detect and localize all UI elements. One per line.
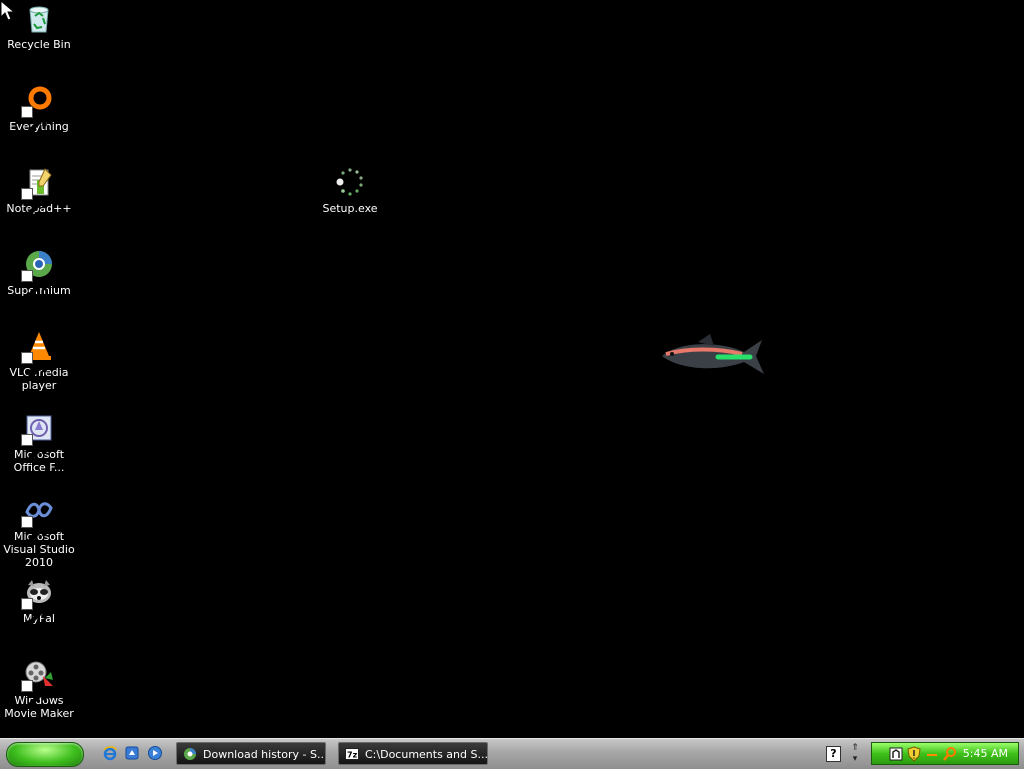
movie-maker-icon bbox=[21, 658, 55, 709]
network-icon[interactable] bbox=[888, 746, 904, 762]
recycle-bin-icon bbox=[23, 2, 55, 34]
desktop-icon-office[interactable]: Microsoft Office F... bbox=[0, 412, 78, 474]
office-icon bbox=[21, 412, 55, 463]
desktop: Recycle Bin Everything Notepad++ Supermi… bbox=[0, 0, 1024, 738]
setup-loading-icon bbox=[334, 166, 366, 198]
taskbar-button-documents-folder[interactable]: 7z C:\Documents and S... bbox=[338, 742, 488, 765]
shortcut-arrow-icon bbox=[21, 598, 47, 627]
notepadpp-icon bbox=[21, 166, 55, 217]
show-desktop-icon[interactable] bbox=[124, 745, 140, 761]
desktop-icon-label: Recycle Bin bbox=[7, 38, 71, 51]
shortcut-arrow-icon bbox=[21, 270, 47, 299]
shortcut-arrow-icon bbox=[21, 434, 47, 463]
desktop-icon-vlc[interactable]: VLC media player bbox=[0, 330, 78, 392]
desktop-icon-movie-maker[interactable]: Windows Movie Maker bbox=[0, 658, 78, 720]
svg-text:7z: 7z bbox=[347, 751, 358, 760]
desktop-icon-mypal[interactable]: MyPal bbox=[0, 576, 78, 627]
system-tray: 5:45 AM bbox=[871, 742, 1019, 765]
taskbar: Download history - S... 7z C:\Documents … bbox=[0, 738, 1024, 769]
dash-icon[interactable] bbox=[924, 746, 940, 762]
shortcut-arrow-icon bbox=[21, 680, 47, 709]
desktop-icon-supermium[interactable]: Supermium bbox=[0, 248, 78, 299]
supermium-icon bbox=[183, 747, 197, 761]
media-player-icon[interactable] bbox=[147, 745, 163, 761]
help-icon[interactable]: ? bbox=[826, 746, 841, 762]
vlc-icon bbox=[21, 330, 55, 381]
taskbar-button-download-history[interactable]: Download history - S... bbox=[176, 742, 326, 765]
desktop-icon-setup[interactable]: Setup.exe bbox=[311, 166, 389, 215]
taskbar-button-label: Download history - S... bbox=[203, 748, 326, 761]
supermium-icon bbox=[21, 248, 55, 299]
security-shield-icon[interactable] bbox=[906, 746, 922, 762]
everything-icon bbox=[21, 84, 55, 135]
desktop-icon-notepadpp[interactable]: Notepad++ bbox=[0, 166, 78, 217]
tray-expand-chevron-icon[interactable]: ⇑ ▾ bbox=[848, 743, 862, 765]
visual-studio-icon bbox=[21, 494, 55, 545]
tray-chevron-glyph: ⇑ bbox=[851, 743, 859, 753]
7zip-icon: 7z bbox=[345, 747, 359, 761]
shortcut-arrow-icon bbox=[21, 516, 47, 545]
internet-explorer-icon[interactable] bbox=[102, 745, 118, 761]
shortcut-arrow-icon bbox=[21, 352, 47, 381]
desktop-icon-visual-studio[interactable]: Microsoft Visual Studio 2010 bbox=[0, 494, 78, 569]
search-icon[interactable] bbox=[942, 746, 958, 762]
desktop-icon-label: Setup.exe bbox=[322, 202, 378, 215]
mouse-cursor-icon bbox=[0, 0, 18, 22]
fish-icon bbox=[658, 332, 768, 380]
mypal-icon bbox=[21, 576, 55, 627]
taskbar-button-label: C:\Documents and S... bbox=[365, 748, 488, 761]
shortcut-arrow-icon bbox=[21, 188, 47, 217]
clock[interactable]: 5:45 AM bbox=[963, 743, 1008, 764]
start-button[interactable] bbox=[6, 742, 84, 767]
desktop-icon-everything[interactable]: Everything bbox=[0, 84, 78, 135]
shortcut-arrow-icon bbox=[21, 106, 47, 135]
